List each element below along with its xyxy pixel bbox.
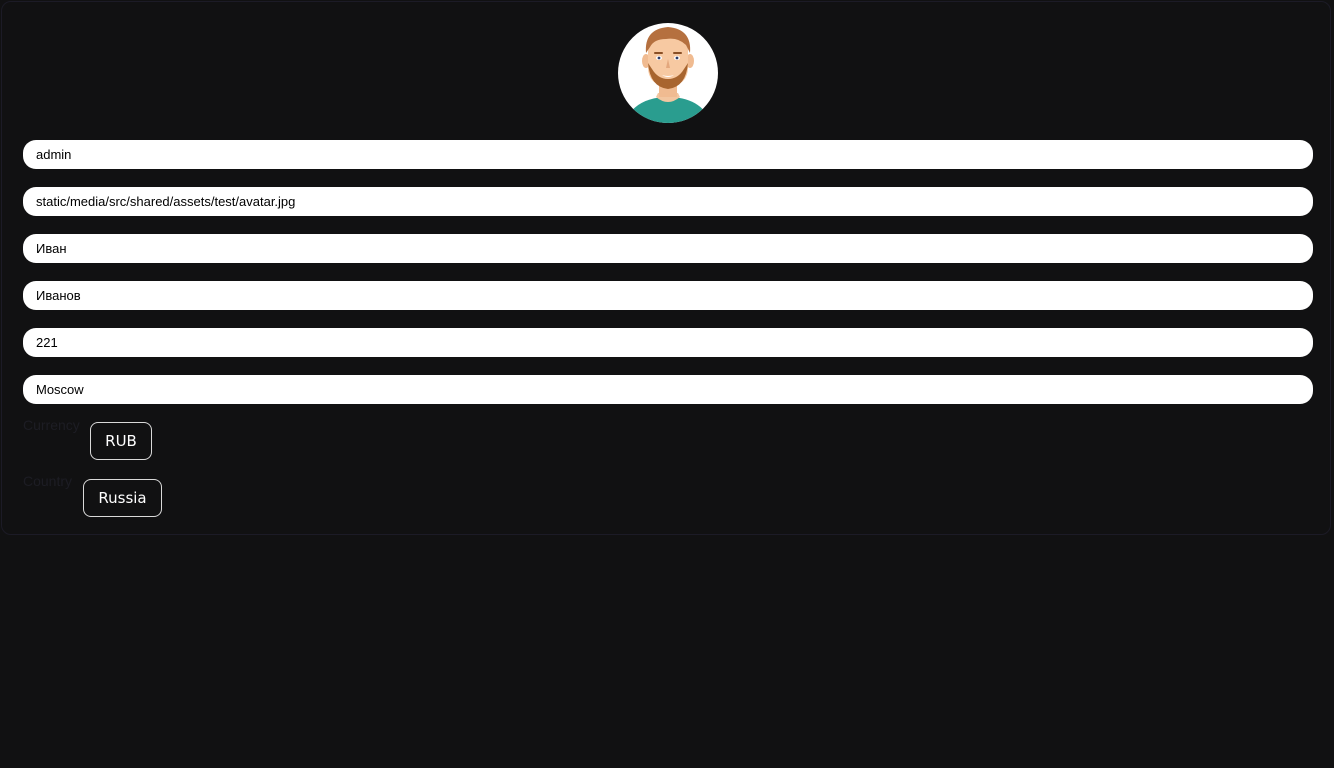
country-select-button[interactable]: Russia — [83, 479, 162, 517]
age-input[interactable] — [23, 328, 1313, 357]
username-input[interactable] — [23, 140, 1313, 169]
city-input[interactable] — [23, 375, 1313, 404]
user-avatar-icon — [618, 23, 718, 123]
profile-card: Currency RUB Country Russia — [1, 1, 1331, 535]
last-name-input[interactable] — [23, 281, 1313, 310]
country-label: Country — [23, 473, 73, 489]
currency-label: Currency — [23, 417, 80, 433]
avatar-url-input[interactable] — [23, 187, 1313, 216]
currency-select-button[interactable]: RUB — [90, 422, 152, 460]
first-name-input[interactable] — [23, 234, 1313, 263]
